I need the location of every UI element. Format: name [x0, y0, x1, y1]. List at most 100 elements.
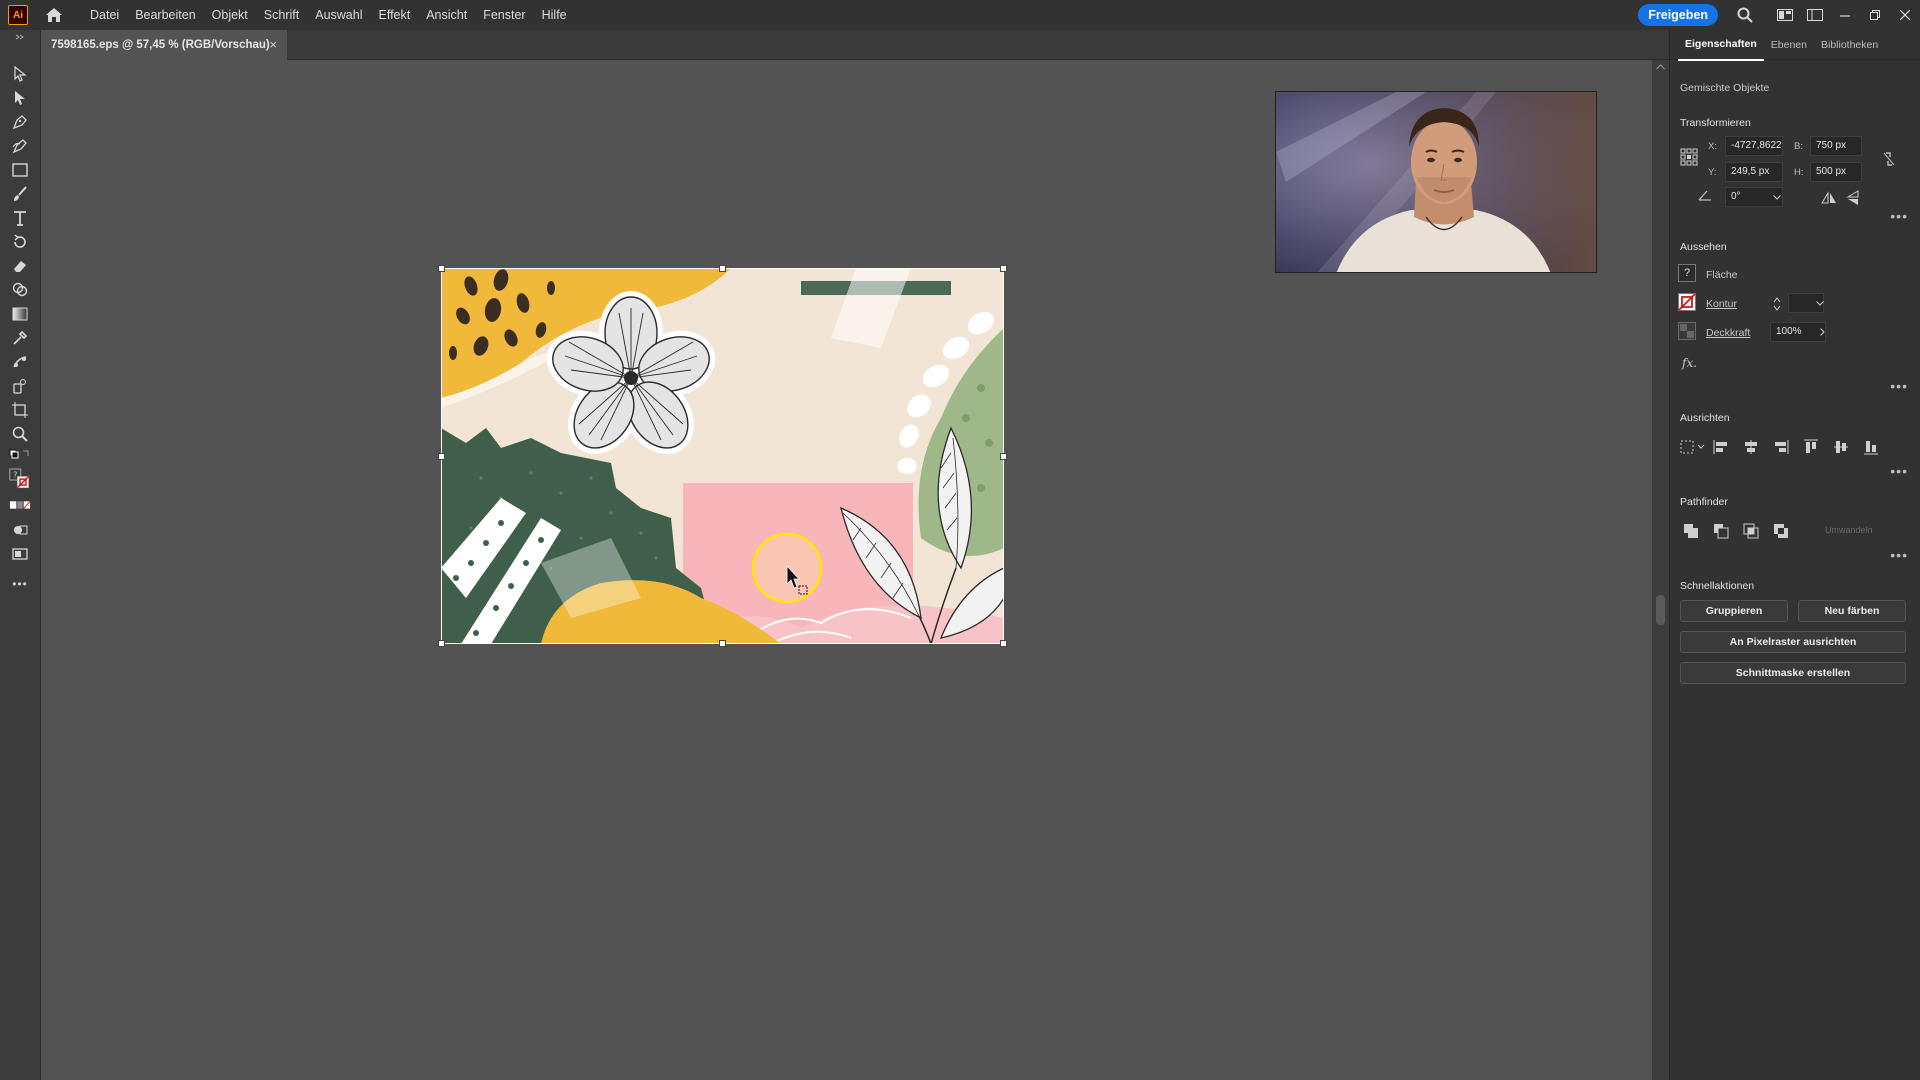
y-position-field[interactable]: 249,5 px — [1725, 162, 1783, 182]
pathfinder-intersect-button[interactable] — [1740, 520, 1762, 542]
menu-ansicht[interactable]: Ansicht — [418, 0, 475, 30]
align-vertical-center-icon — [1834, 441, 1848, 453]
rectangle-tool[interactable] — [9, 160, 31, 180]
transform-more-button[interactable]: ••• — [1890, 208, 1908, 224]
make-clipping-mask-button[interactable]: Schnittmaske erstellen — [1680, 662, 1906, 684]
resize-handle-left[interactable] — [438, 453, 445, 460]
appearance-more-button[interactable]: ••• — [1890, 378, 1908, 394]
tab-bibliotheken[interactable]: Bibliotheken — [1814, 30, 1885, 60]
align-top-button[interactable] — [1800, 436, 1822, 458]
align-vertical-center-button[interactable] — [1830, 436, 1852, 458]
blend-tool[interactable] — [9, 352, 31, 372]
eyedropper-tool[interactable] — [9, 328, 31, 348]
height-field[interactable]: 500 px — [1810, 162, 1862, 182]
stroke-weight-dropdown[interactable] — [1813, 293, 1827, 313]
rectangle-icon — [12, 163, 28, 177]
curvature-tool[interactable] — [9, 136, 31, 156]
menu-effekt[interactable]: Effekt — [370, 0, 418, 30]
selection-bounding-box[interactable] — [438, 265, 1007, 647]
arrange-documents-button[interactable] — [1770, 0, 1800, 30]
flip-horizontal-button[interactable] — [1818, 187, 1840, 209]
tab-ebenen[interactable]: Ebenen — [1764, 30, 1814, 60]
symbol-sprayer-tool[interactable] — [9, 376, 31, 396]
width-field[interactable]: 750 px — [1810, 136, 1862, 156]
x-position-field[interactable]: -4727,8622 — [1725, 136, 1783, 156]
paintbrush-tool[interactable] — [9, 184, 31, 204]
resize-handle-top-right[interactable] — [1000, 265, 1007, 272]
pathfinder-expand-button[interactable]: Umwandeln — [1825, 525, 1873, 535]
menu-hilfe[interactable]: Hilfe — [534, 0, 575, 30]
scroll-up-icon[interactable] — [1656, 64, 1665, 70]
opacity-label[interactable]: Deckkraft — [1706, 327, 1750, 339]
type-tool[interactable] — [9, 208, 31, 228]
align-horizontal-center-button[interactable] — [1740, 436, 1762, 458]
resize-handle-top-left[interactable] — [438, 265, 445, 272]
minimize-button[interactable] — [1830, 0, 1860, 30]
artboard-tool[interactable] — [9, 400, 31, 420]
group-button[interactable]: Gruppieren — [1680, 600, 1788, 622]
rotate-tool[interactable] — [9, 232, 31, 252]
shape-builder-tool[interactable] — [9, 280, 31, 300]
edit-toolbar-button[interactable]: ••• — [9, 574, 31, 594]
close-window-button[interactable] — [1890, 0, 1920, 30]
opacity-slider-button[interactable] — [1815, 322, 1829, 342]
home-button[interactable] — [40, 3, 68, 27]
align-left-button[interactable] — [1710, 436, 1732, 458]
resize-handle-right[interactable] — [1000, 453, 1007, 460]
restore-button[interactable] — [1860, 0, 1890, 30]
scrollbar-thumb[interactable] — [1656, 595, 1665, 625]
menu-auswahl[interactable]: Auswahl — [307, 0, 370, 30]
align-bottom-button[interactable] — [1860, 436, 1882, 458]
pathfinder-unite-button[interactable] — [1680, 520, 1702, 542]
link-broken-icon — [1883, 152, 1895, 166]
stroke-label[interactable]: Kontur — [1706, 298, 1737, 310]
fill-swatch[interactable]: ? — [1678, 264, 1696, 282]
zoom-tool[interactable] — [9, 424, 31, 444]
flip-vertical-button[interactable] — [1842, 187, 1864, 209]
resize-handle-bottom[interactable] — [719, 640, 726, 647]
fill-stroke-swatches[interactable]: ? — [9, 466, 31, 494]
close-document-button[interactable]: × — [269, 37, 277, 52]
align-right-button[interactable] — [1770, 436, 1792, 458]
chevron-right-icon — [1819, 328, 1825, 336]
direct-selection-tool[interactable] — [9, 88, 31, 108]
gradient-tool[interactable] — [9, 304, 31, 324]
menu-schrift[interactable]: Schrift — [256, 0, 307, 30]
pathfinder-more-button[interactable]: ••• — [1890, 547, 1908, 563]
resize-handle-bottom-left[interactable] — [438, 640, 445, 647]
search-button[interactable] — [1730, 0, 1760, 30]
align-to-pixel-grid-button[interactable]: An Pixelraster ausrichten — [1680, 631, 1906, 653]
recolor-button[interactable]: Neu färben — [1798, 600, 1906, 622]
menu-fenster[interactable]: Fenster — [475, 0, 533, 30]
stroke-swatch[interactable] — [1678, 293, 1696, 311]
align-to-selector[interactable] — [1680, 436, 1706, 458]
selection-tool[interactable] — [9, 64, 31, 84]
pathfinder-minus-front-button[interactable] — [1710, 520, 1732, 542]
stroke-weight-stepper[interactable] — [1770, 293, 1784, 315]
screen-mode-tool[interactable] — [9, 544, 31, 564]
vertical-scrollbar[interactable] — [1652, 60, 1669, 1080]
menu-datei[interactable]: Datei — [82, 0, 127, 30]
color-mode-buttons[interactable] — [9, 498, 31, 512]
constrain-proportions-button[interactable] — [1878, 148, 1900, 170]
resize-handle-top[interactable] — [719, 265, 726, 272]
gradient-icon — [12, 307, 28, 321]
draw-mode-tool[interactable] — [9, 520, 31, 540]
toolbar-grip[interactable] — [9, 34, 31, 40]
default-colors-toggle[interactable] — [9, 448, 31, 462]
pen-tool[interactable] — [9, 112, 31, 132]
eraser-tool[interactable] — [9, 256, 31, 276]
rotation-dropdown[interactable] — [1770, 187, 1784, 207]
menu-objekt[interactable]: Objekt — [204, 0, 256, 30]
document-tab[interactable]: 7598165.eps @ 57,45 % (RGB/Vorschau) × — [42, 30, 287, 60]
paintbrush-icon — [14, 186, 27, 201]
fx-effects-button[interactable]: fx. — [1682, 356, 1697, 370]
tab-eigenschaften[interactable]: Eigenschaften — [1678, 29, 1764, 61]
share-button[interactable]: Freigeben — [1638, 4, 1718, 26]
menu-bearbeiten[interactable]: Bearbeiten — [127, 0, 203, 30]
workspace-switcher-button[interactable] — [1800, 0, 1830, 30]
align-more-button[interactable]: ••• — [1890, 463, 1908, 479]
reference-point-selector[interactable] — [1678, 146, 1700, 168]
resize-handle-bottom-right[interactable] — [1000, 640, 1007, 647]
pathfinder-exclude-button[interactable] — [1770, 520, 1792, 542]
